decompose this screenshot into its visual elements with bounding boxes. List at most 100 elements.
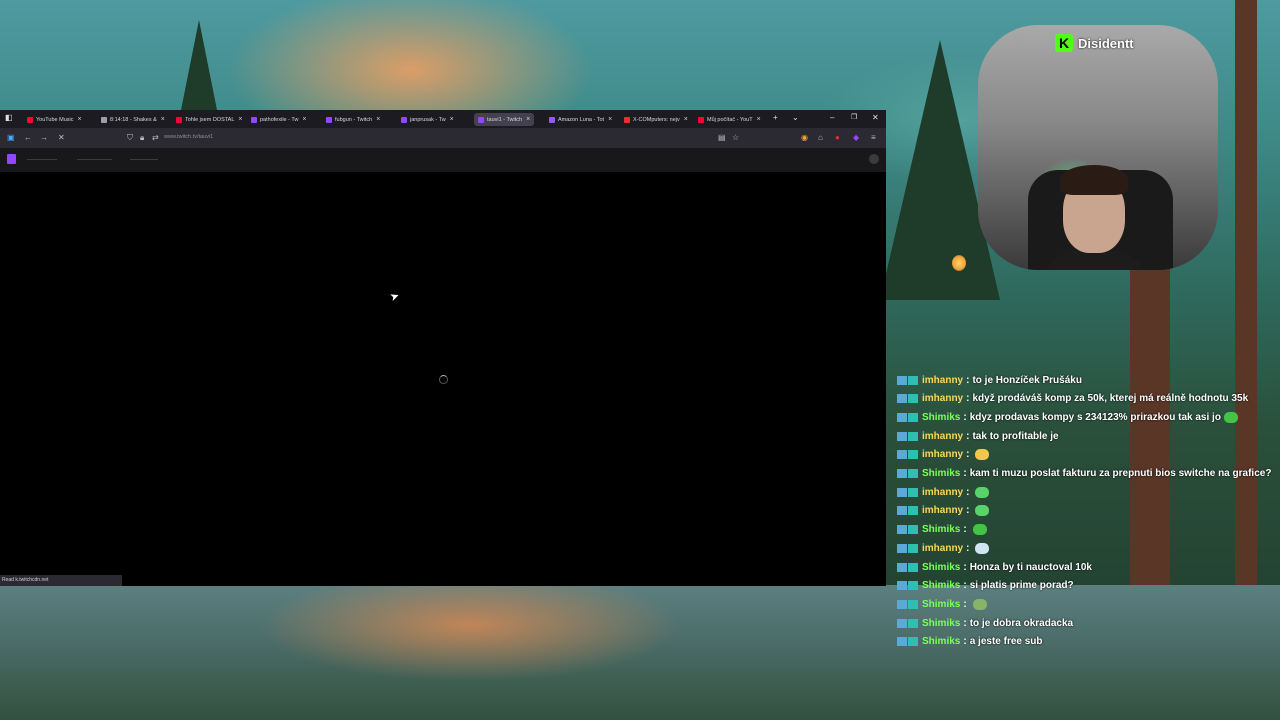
chat-badge-icon [897,394,918,404]
chat-message: imhanny: [897,446,990,464]
chat-username: Shimiks [922,468,961,479]
chat-message: Shimiks: si platis prime porad? [897,577,1074,595]
chat-badge-icon [897,543,918,553]
loading-spinner-icon [439,375,448,384]
tab-favicon-icon [326,116,332,123]
permissions-icon[interactable]: ⇄ [152,133,159,142]
chat-text: Honza by ti nauctoval 10k [969,561,1092,573]
maximize-button[interactable]: ❐ [851,113,857,121]
tab-favicon-icon [251,116,257,123]
close-tab-icon[interactable]: × [78,116,82,123]
browser-tab[interactable]: YouTube Music × [27,113,82,126]
chat-badge-icon [897,375,918,385]
url-bar[interactable]: www.twitch.tv/tauvi1 [164,134,213,140]
chat-username: imhanny [922,430,964,442]
webcam-overlay [978,25,1218,270]
tab-list-icon[interactable]: ◧ [5,113,13,122]
close-tab-icon[interactable]: × [302,116,306,123]
bookmark-star-icon[interactable]: ☆ [732,133,739,142]
kick-logo-icon: K [1055,34,1073,52]
browser-tab[interactable]: 8:14:18 - Shakes & × [101,113,165,126]
chat-badge-icon [897,487,918,497]
forward-icon[interactable]: → [40,133,48,142]
lantern [952,255,966,271]
tab-favicon-icon [401,116,407,123]
new-tab-button[interactable]: + [773,113,778,122]
tab-label: janprusak - Tw [410,116,446,123]
browser-tab[interactable]: X-COMputers: nejv × [624,113,688,126]
extension-red-icon[interactable]: ● [835,133,840,142]
chat-separator: : [963,617,967,629]
chat-username: imhanny [922,505,964,517]
chat-separator: : [966,542,970,554]
close-tab-icon[interactable]: × [526,116,530,123]
chat-separator: : [966,393,970,405]
chat-message: imhanny: to je Honzíček Prušáku [897,371,1082,389]
back-icon[interactable]: ← [24,133,32,142]
tab-label: YouTube Music [36,116,74,123]
chat-username: Shimiks [922,617,961,629]
chat-text: kam ti muzu poslat fakturu za prepnuti b… [969,468,1272,479]
twitch-top-nav [0,148,886,172]
chat-username: Shimiks [922,411,961,423]
browser-tab[interactable]: Můj počítač - YouT × [698,113,761,126]
minimize-button[interactable]: – [830,113,834,122]
nav-placeholder [130,159,158,160]
tab-overflow-icon[interactable]: ⌄ [792,113,799,122]
browser-tab[interactable]: tauvi1 - Twitch × [474,113,535,126]
menu-icon[interactable]: ≡ [871,133,876,142]
nav-bar: ▣ ← → ✕ ⛉ 🔒︎ ⇄ www.twitch.tv/tauvi1 ▤ ☆ … [0,128,886,148]
browser-tab[interactable]: Tohle jsem DOSTAL × [176,113,243,126]
chat-username: imhanny [922,449,964,461]
chat-separator: : [963,411,967,423]
browser-tab[interactable]: janprusak - Tw × [401,113,454,126]
close-tab-icon[interactable]: × [608,116,612,123]
tab-label: Tohle jsem DOSTAL [185,116,235,123]
twitch-logo-icon[interactable] [7,154,16,164]
browser-tab[interactable]: Amazon Luna - Tot × [549,113,612,126]
lock-icon[interactable]: 🔒︎ [140,133,144,143]
close-tab-icon[interactable]: × [684,116,688,123]
extension-purple-icon[interactable]: ◆ [853,133,859,142]
home-icon[interactable]: ⌂ [818,133,823,142]
chat-message: imhanny: [897,502,990,520]
sidebar-icon[interactable]: ▣ [7,133,15,142]
chat-separator: : [963,598,967,610]
close-tab-icon[interactable]: × [757,116,761,123]
chat-text: a jeste free sub [969,636,1043,648]
chat-message: imhanny: [897,539,990,557]
close-tab-icon[interactable]: × [238,116,242,123]
webcam-hair [1060,165,1128,195]
chat-badge-icon [897,469,918,478]
nav-placeholder [27,159,57,160]
tab-label: Můj počítač - YouT [707,116,753,123]
close-tab-icon[interactable]: × [161,116,165,123]
browser-tab[interactable]: pathofexile - Tw × [251,113,307,126]
chat-separator: : [966,505,970,517]
chat-message: Shimiks: [897,521,987,539]
tab-favicon-icon [101,116,107,123]
chat-badge-icon [897,431,918,441]
chat-badge-icon [897,581,918,591]
browser-tab[interactable]: fubgun - Twitch × [326,113,380,126]
tab-label: pathofexile - Tw [260,116,299,123]
chat-emote-icon [975,486,990,498]
extension-icon[interactable]: ◉ [801,133,808,142]
mouse-cursor-icon: ➤ [388,289,402,305]
reader-view-icon[interactable]: ▤ [718,133,726,142]
streamer-name: Disidentt [1078,35,1134,51]
shield-icon[interactable]: ⛉ [127,133,133,143]
close-tab-icon[interactable]: × [376,116,380,123]
close-window-button[interactable]: ✕ [872,113,879,122]
chat-emote-icon [972,598,987,610]
chat-text: si platis prime porad? [969,580,1074,592]
chat-emote-icon [975,505,990,517]
chat-message: Shimiks: Honza by ti nauctoval 10k [897,558,1092,576]
tab-favicon-icon [176,116,182,123]
chat-badge-icon [897,599,918,609]
stop-loading-icon[interactable]: ✕ [58,133,65,142]
chat-badge-icon [897,450,918,460]
chat-username: Shimiks [922,580,961,592]
status-bar: Read k.twitchcdn.net [0,575,122,586]
close-tab-icon[interactable]: × [450,116,454,123]
